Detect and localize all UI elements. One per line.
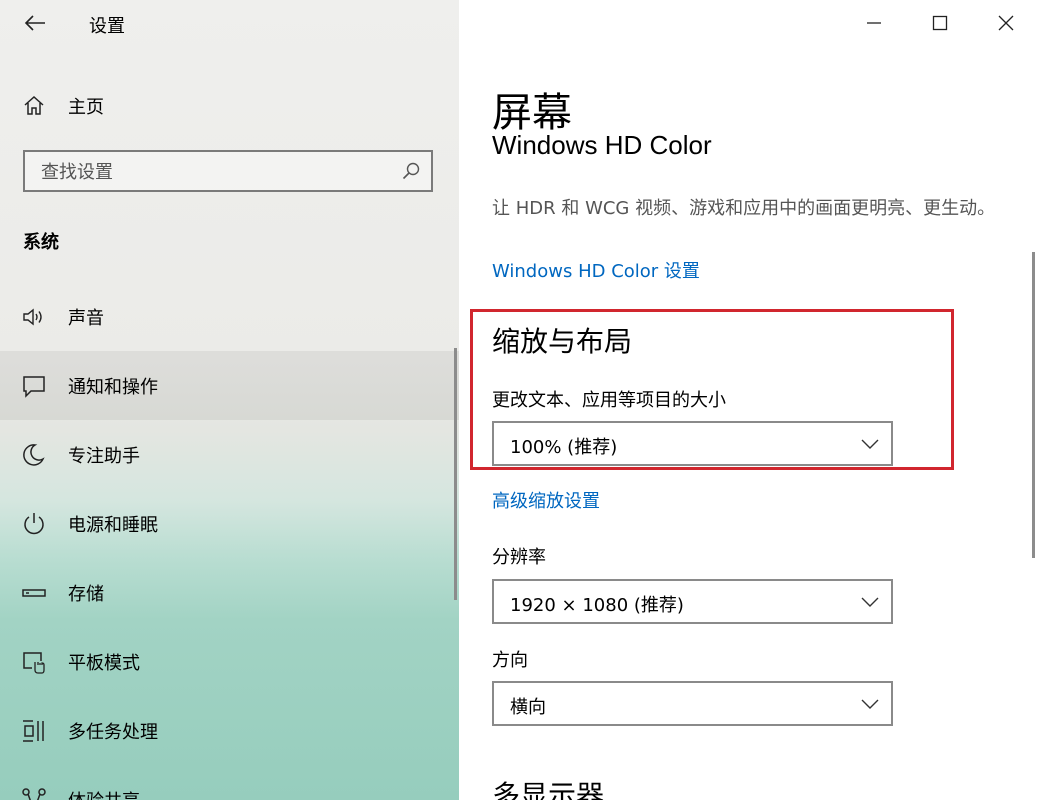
titlebar-left: 设置 [0, 0, 459, 46]
close-button[interactable] [974, 0, 1038, 46]
sidebar-item-label: 多任务处理 [68, 722, 158, 743]
back-arrow-icon [24, 15, 45, 31]
sidebar-item-label: 平板模式 [68, 653, 140, 674]
sidebar-item-tablet-mode[interactable]: 平板模式 [0, 627, 459, 696]
hd-color-description: 让 HDR 和 WCG 视频、游戏和应用中的画面更明亮、更生动。 [492, 198, 996, 219]
sidebar-item-multitasking[interactable]: 多任务处理 [0, 696, 459, 765]
home-icon [24, 95, 44, 115]
storage-icon [22, 589, 46, 597]
sidebar-item-power-sleep[interactable]: 电源和睡眠 [0, 489, 459, 558]
close-icon [998, 15, 1014, 31]
sidebar-item-label: 声音 [68, 308, 104, 329]
sidebar-item-home[interactable]: 主页 [0, 84, 459, 126]
sidebar-item-label: 体验共享 [68, 787, 140, 800]
share-icon [22, 788, 46, 800]
app-title: 设置 [89, 16, 125, 37]
sidebar-item-storage[interactable]: 存储 [0, 558, 459, 627]
moon-icon [23, 444, 45, 466]
scale-dropdown[interactable]: 100% (推荐) [492, 421, 893, 466]
multiple-displays-heading: 多显示器 [492, 779, 605, 800]
hd-color-settings-link[interactable]: Windows HD Color 设置 [492, 257, 700, 283]
notification-icon [23, 376, 45, 398]
sidebar-item-sound[interactable]: 声音 [0, 282, 459, 351]
sidebar-item-label: 专注助手 [68, 446, 140, 467]
resolution-label: 分辨率 [492, 547, 546, 568]
search-box [23, 150, 433, 192]
scale-label: 更改文本、应用等项目的大小 [492, 390, 726, 411]
orientation-value: 横向 [510, 697, 546, 718]
orientation-dropdown[interactable]: 横向 [492, 681, 893, 726]
main-scrollbar[interactable] [1032, 252, 1035, 558]
back-button[interactable] [18, 8, 52, 38]
minimize-icon [867, 22, 881, 24]
multitasking-icon [23, 720, 44, 742]
sidebar-item-notifications[interactable]: 通知和操作 [0, 351, 459, 420]
search-icon[interactable] [401, 161, 421, 181]
chevron-down-icon [861, 597, 879, 607]
sidebar-item-label: 通知和操作 [68, 377, 158, 398]
sidebar-nav: 声音 通知和操作 专注助手 电源和睡眠 存储 平板模式 多任务处理 [0, 282, 459, 800]
tablet-mode-icon [23, 652, 45, 674]
resolution-value: 1920 × 1080 (推荐) [510, 595, 684, 616]
minimize-button[interactable] [842, 0, 906, 46]
speaker-icon [23, 308, 42, 326]
sidebar: 设置 主页 系统 声音 通知和操作 [0, 0, 459, 800]
resolution-dropdown[interactable]: 1920 × 1080 (推荐) [492, 579, 893, 624]
sidebar-item-label: 存储 [68, 584, 104, 605]
chevron-down-icon [861, 699, 879, 709]
sidebar-scrollbar[interactable] [454, 348, 457, 600]
orientation-label: 方向 [492, 650, 528, 671]
sidebar-item-label: 电源和睡眠 [68, 515, 158, 536]
advanced-scaling-link[interactable]: 高级缩放设置 [492, 487, 600, 513]
scale-value: 100% (推荐) [510, 437, 618, 458]
sidebar-item-label: 主页 [68, 97, 104, 118]
main-content: 屏幕 Windows HD Color 让 HDR 和 WCG 视频、游戏和应用… [459, 0, 1039, 800]
power-icon [24, 513, 44, 535]
maximize-button[interactable] [908, 0, 972, 46]
sidebar-item-focus-assist[interactable]: 专注助手 [0, 420, 459, 489]
scale-layout-heading: 缩放与布局 [492, 325, 633, 358]
search-input[interactable] [39, 160, 383, 184]
sidebar-item-shared-experiences[interactable]: 体验共享 [0, 765, 459, 800]
hd-color-heading: Windows HD Color [492, 130, 712, 160]
section-label: 系统 [23, 232, 59, 253]
maximize-icon [932, 15, 948, 31]
chevron-down-icon [861, 439, 879, 449]
